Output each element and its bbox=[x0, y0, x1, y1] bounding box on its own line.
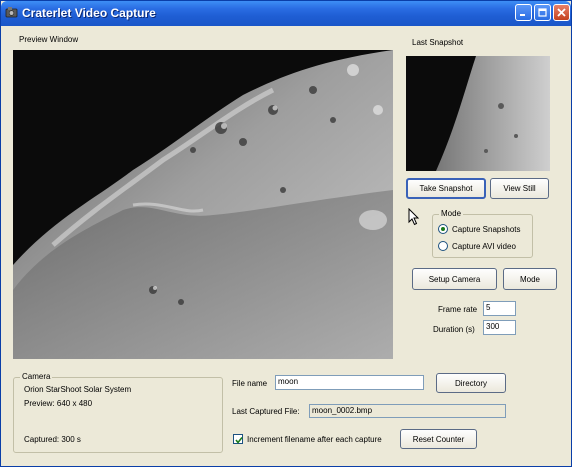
window-title: Craterlet Video Capture bbox=[22, 6, 156, 20]
snapshot-label: Last Snapshot bbox=[412, 38, 464, 47]
view-still-button[interactable]: View Still bbox=[490, 178, 549, 199]
maximize-button[interactable] bbox=[534, 4, 551, 21]
close-button[interactable] bbox=[553, 4, 570, 21]
increment-label: Increment filename after each capture bbox=[247, 435, 382, 444]
take-snapshot-button[interactable]: Take Snapshot bbox=[406, 178, 486, 199]
maximize-icon bbox=[538, 8, 547, 17]
mode-legend: Mode bbox=[439, 209, 464, 218]
setup-camera-button[interactable]: Setup Camera bbox=[412, 268, 497, 290]
preview-moon-image bbox=[13, 50, 393, 359]
mode-groupbox: Mode bbox=[432, 209, 533, 258]
last-captured-label: Last Captured File: bbox=[232, 407, 300, 416]
minimize-icon bbox=[520, 14, 525, 16]
duration-field[interactable]: 300 bbox=[483, 320, 516, 335]
increment-checkbox[interactable] bbox=[233, 434, 243, 444]
capture-snapshots-label: Capture Snapshots bbox=[452, 225, 521, 234]
capture-snapshots-radio[interactable] bbox=[438, 224, 448, 234]
directory-button[interactable]: Directory bbox=[436, 373, 506, 393]
capture-avi-radio[interactable] bbox=[438, 241, 448, 251]
reset-counter-button[interactable]: Reset Counter bbox=[400, 429, 477, 449]
file-name-field[interactable]: moon bbox=[275, 375, 424, 390]
checkmark-icon bbox=[235, 437, 243, 444]
camera-legend: Camera bbox=[20, 372, 53, 381]
close-icon bbox=[557, 8, 566, 17]
preview-window bbox=[13, 50, 393, 359]
minimize-button[interactable] bbox=[515, 4, 532, 21]
duration-label: Duration (s) bbox=[433, 325, 475, 334]
file-name-label: File name bbox=[232, 379, 268, 388]
camera-name: Orion StarShoot Solar System bbox=[24, 385, 132, 394]
mode-button[interactable]: Mode bbox=[503, 268, 557, 290]
capture-avi-label: Capture AVI video bbox=[452, 242, 516, 251]
snapshot-moon-image bbox=[406, 56, 550, 171]
last-snapshot-image bbox=[406, 56, 550, 171]
preview-size: Preview: 640 x 480 bbox=[24, 399, 93, 408]
app-window: Craterlet Video Capture Preview Window L… bbox=[0, 0, 572, 467]
mouse-cursor-icon bbox=[408, 208, 420, 226]
frame-rate-field[interactable]: 5 bbox=[483, 301, 516, 316]
title-bar[interactable]: Craterlet Video Capture bbox=[1, 1, 571, 26]
last-captured-field: moon_0002.bmp bbox=[309, 404, 506, 418]
app-icon bbox=[5, 7, 18, 18]
captured-duration: Captured: 300 s bbox=[24, 435, 81, 444]
preview-label: Preview Window bbox=[19, 35, 79, 44]
frame-rate-label: Frame rate bbox=[438, 305, 478, 314]
